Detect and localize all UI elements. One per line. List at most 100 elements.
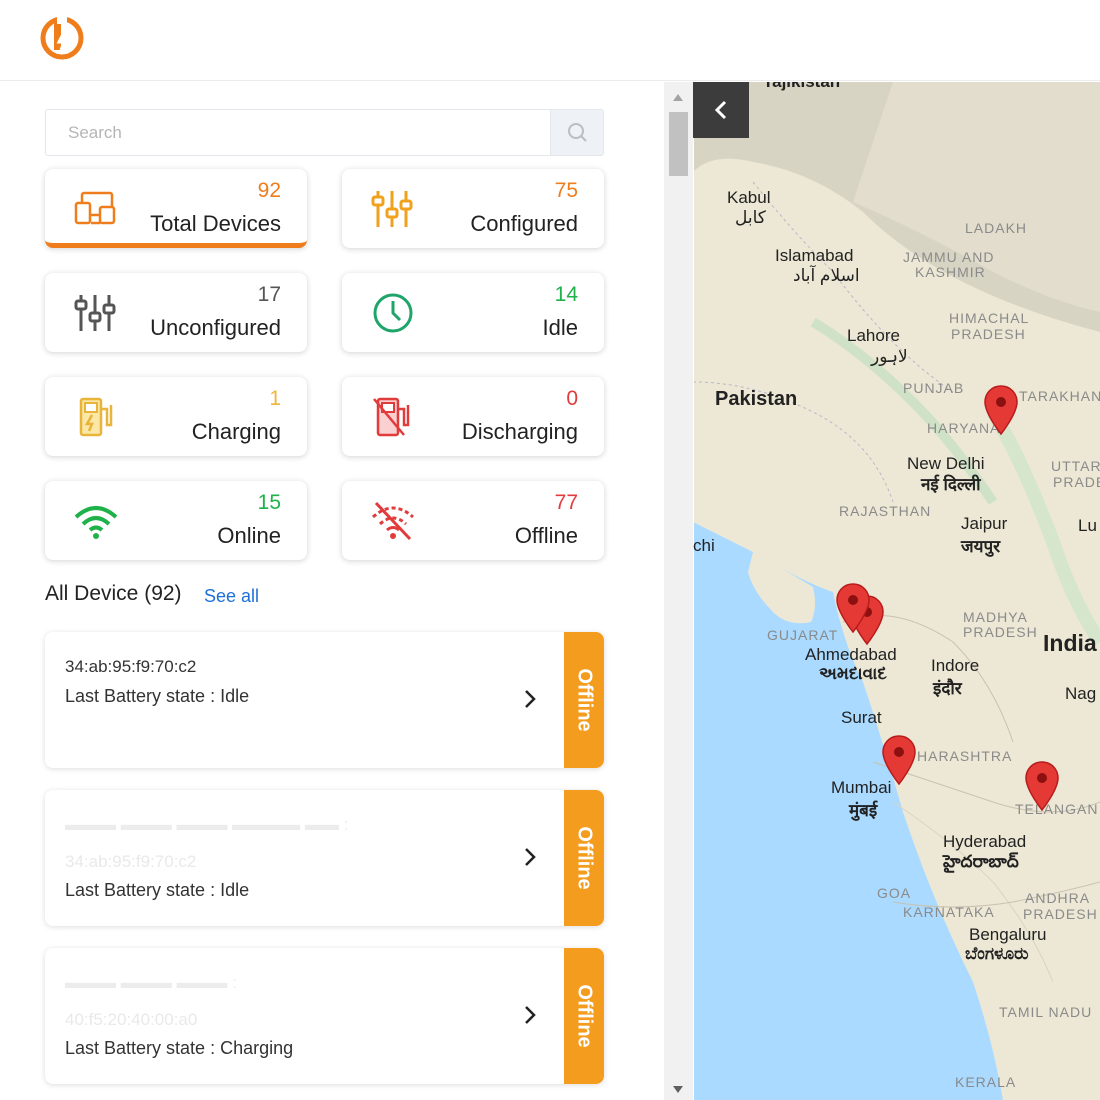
- map-label: KERALA: [955, 1074, 1017, 1090]
- stat-label: Unconfigured: [150, 315, 281, 340]
- stat-card-online[interactable]: 15 Online: [45, 481, 307, 560]
- map-label: GUJARAT: [767, 627, 839, 643]
- see-all-link[interactable]: See all: [204, 586, 259, 607]
- device-mac: 34:ab:95:f9:70:c2: [65, 657, 197, 676]
- map-label: UTTAR: [1051, 458, 1100, 474]
- map-label: PUNJAB: [903, 380, 965, 396]
- map-marker-pin-icon[interactable]: [1024, 760, 1060, 812]
- status-badge-label: Offline: [573, 984, 596, 1048]
- sliders-icon: [74, 295, 116, 331]
- scroll-down-arrow-icon[interactable]: [673, 1086, 683, 1093]
- map-label: اسلام آباد: [793, 266, 860, 285]
- stat-label: Discharging: [461, 419, 578, 444]
- brand-logo-icon[interactable]: [40, 16, 84, 60]
- device-map[interactable]: Tajikistan Kabul کابل Islamabad اسلام آب…: [693, 82, 1100, 1100]
- stat-card-unconfigured[interactable]: 17 Unconfigured: [45, 273, 307, 352]
- map-label: PRADESH: [951, 326, 1026, 342]
- stat-count: 92: [257, 179, 281, 202]
- device-name: ▬▬▬ ▬▬▬ ▬▬▬ :: [65, 973, 237, 992]
- map-label: KASHMIR: [915, 264, 986, 280]
- search-box: [45, 109, 604, 156]
- stat-card-configured[interactable]: 75 Configured: [342, 169, 604, 248]
- map-marker-pin-icon[interactable]: [983, 384, 1019, 436]
- map-label: ANDHRA: [1025, 890, 1091, 906]
- device-mac: 34:ab:95:f9:70:c2: [65, 852, 197, 871]
- status-badge: Offline: [564, 632, 604, 768]
- stat-label: Configured: [470, 211, 578, 236]
- map-label: Lu: [1078, 516, 1097, 535]
- device-card[interactable]: ▬▬▬ ▬▬▬ ▬▬▬ ▬▬▬▬ ▬▬ : 34:ab:95:f9:70:c2 …: [45, 790, 604, 926]
- stat-card-discharging[interactable]: 0 Discharging: [342, 377, 604, 456]
- status-badge-label: Offline: [573, 826, 596, 890]
- map-label: MADHYA: [963, 609, 1028, 625]
- map-label: Indore: [931, 656, 980, 675]
- clock-icon: [373, 293, 413, 333]
- map-label: لاہور: [871, 347, 908, 366]
- stat-label: Idle: [542, 315, 578, 340]
- stat-card-offline[interactable]: 77 Offline: [342, 481, 604, 560]
- wifi-icon: [74, 506, 118, 539]
- stat-count: 0: [566, 387, 578, 410]
- map-label: इंदौर: [933, 679, 962, 698]
- chevron-right-icon[interactable]: [523, 688, 537, 710]
- device-battery-state: Last Battery state : Idle: [65, 686, 250, 706]
- stat-card-charging[interactable]: 1 Charging: [45, 377, 307, 456]
- map-terrain: [693, 82, 1100, 1100]
- map-label: ಬೆಂಗಳೂರು: [965, 944, 1029, 963]
- map-label: नई दिल्ली: [921, 475, 981, 494]
- search-icon: [568, 123, 587, 142]
- map-label: HARASHTRA: [917, 748, 1013, 764]
- device-name: ▬▬▬ ▬▬▬ ▬▬▬ ▬▬▬▬ ▬▬ :: [65, 815, 349, 834]
- map-label: JAMMU AND: [903, 249, 995, 265]
- search-input[interactable]: [46, 110, 551, 155]
- map-label: TAMIL NADU: [999, 1004, 1093, 1020]
- map-label: Jaipur: [961, 514, 1008, 533]
- map-label: Islamabad: [775, 246, 854, 265]
- stat-count: 15: [257, 491, 281, 514]
- map-label: PRADES: [1053, 474, 1100, 490]
- sliders-icon: [371, 191, 413, 227]
- map-label: LADAKH: [965, 220, 1028, 236]
- chevron-right-icon[interactable]: [523, 846, 537, 868]
- panel-scrollbar[interactable]: [664, 82, 693, 1100]
- stat-card-total-devices[interactable]: 92 Total Devices: [45, 169, 307, 248]
- stat-count: 75: [554, 179, 578, 202]
- chevron-right-icon[interactable]: [523, 1004, 537, 1026]
- stat-card-idle[interactable]: 14 Idle: [342, 273, 604, 352]
- devices-panel: 92 Total Devices 75 Configured 17 Unconf…: [0, 82, 664, 1100]
- chevron-left-icon: [714, 100, 727, 120]
- device-battery-state: Last Battery state : Idle: [65, 880, 250, 900]
- map-label: Surat: [841, 708, 882, 727]
- map-label: Hyderabad: [943, 832, 1027, 851]
- charging-station-icon: [79, 397, 113, 437]
- device-mac: 40:f5:20:40:00:a0: [65, 1010, 198, 1029]
- stat-label: Total Devices: [150, 211, 281, 236]
- map-label: मुंबई: [849, 801, 878, 820]
- devices-icon: [74, 191, 116, 225]
- scroll-thumb[interactable]: [669, 112, 688, 176]
- map-label: TARAKHAN: [1019, 388, 1100, 404]
- discharging-station-icon: [373, 397, 410, 437]
- wifi-off-icon: [371, 501, 415, 541]
- scroll-up-arrow-icon[interactable]: [673, 94, 683, 101]
- map-label: chi: [693, 536, 715, 555]
- map-marker-pin-icon[interactable]: [881, 734, 917, 786]
- map-label: અમદાવાદ: [819, 664, 887, 683]
- map-marker-pin-icon[interactable]: [835, 582, 871, 634]
- map-label: KARNATAKA: [903, 904, 995, 920]
- search-button[interactable]: [550, 110, 603, 155]
- map-label: जयपुर: [961, 537, 1001, 556]
- device-battery-state: Last Battery state : Charging: [65, 1038, 294, 1058]
- device-card[interactable]: ▬▬▬ ▬▬▬ ▬▬▬ : 40:f5:20:40:00:a0 Last Bat…: [45, 948, 604, 1084]
- map-label: GOA: [877, 885, 912, 901]
- top-bar: [0, 0, 1100, 81]
- map-label: Bengaluru: [969, 925, 1047, 944]
- status-badge-label: Offline: [573, 668, 596, 732]
- stat-count: 17: [257, 283, 281, 306]
- map-label: Pakistan: [715, 388, 798, 410]
- map-collapse-button[interactable]: [693, 82, 749, 138]
- map-label: Lahore: [847, 326, 900, 345]
- device-card[interactable]: 34:ab:95:f9:70:c2 Last Battery state : I…: [45, 632, 604, 768]
- status-badge: Offline: [564, 790, 604, 926]
- map-label: HIMACHAL: [949, 310, 1030, 326]
